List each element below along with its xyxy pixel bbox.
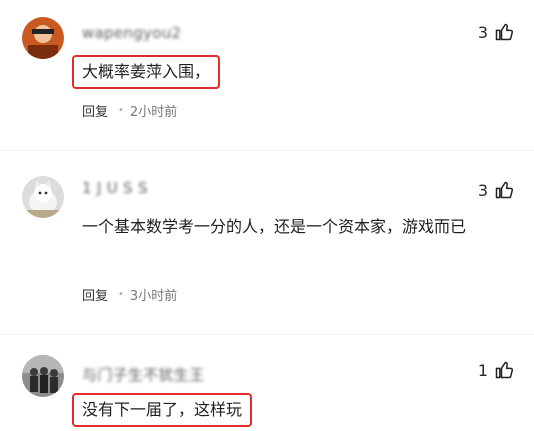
timestamp: 3小时前 bbox=[129, 289, 178, 304]
username[interactable]: wapengyou2 bbox=[82, 24, 181, 42]
like-button[interactable]: 3 bbox=[478, 22, 514, 42]
avatar[interactable] bbox=[22, 17, 64, 59]
divider bbox=[0, 150, 534, 151]
reply-button[interactable]: 回复 bbox=[82, 285, 108, 304]
like-button[interactable]: 3 bbox=[478, 180, 514, 200]
like-count: 1 bbox=[477, 360, 488, 380]
like-count: 3 bbox=[477, 180, 488, 200]
avatar[interactable] bbox=[22, 355, 64, 397]
comment-text: 大概率姜萍入围， bbox=[72, 55, 221, 89]
avatar[interactable] bbox=[22, 176, 64, 218]
separator-dot: • bbox=[118, 105, 124, 116]
comment-list: wapengyou2 3 大概率姜萍入围， 回复 • 2小时前 1 J U S … bbox=[0, 0, 534, 431]
username[interactable]: 1 J U S S bbox=[82, 179, 148, 197]
username[interactable]: 与门子生不犹生王 bbox=[82, 364, 204, 385]
comment-text: 没有下一届了，这样玩 bbox=[72, 393, 253, 427]
comment-text: 一个基本数学考一分的人，还是一个资本家，游戏而已 bbox=[82, 217, 467, 236]
timestamp: 2小时前 bbox=[129, 105, 178, 120]
thumbs-up-icon bbox=[495, 361, 514, 379]
thumbs-up-icon bbox=[495, 181, 514, 199]
comment-meta: 回复 • 3小时前 bbox=[82, 285, 177, 304]
thumbs-up-icon bbox=[495, 23, 514, 41]
comment-meta: 回复 • 2小时前 bbox=[82, 101, 177, 120]
like-count: 3 bbox=[477, 22, 488, 42]
like-button[interactable]: 1 bbox=[478, 360, 514, 380]
divider bbox=[0, 334, 534, 335]
reply-button[interactable]: 回复 bbox=[82, 101, 108, 120]
separator-dot: • bbox=[118, 289, 124, 300]
